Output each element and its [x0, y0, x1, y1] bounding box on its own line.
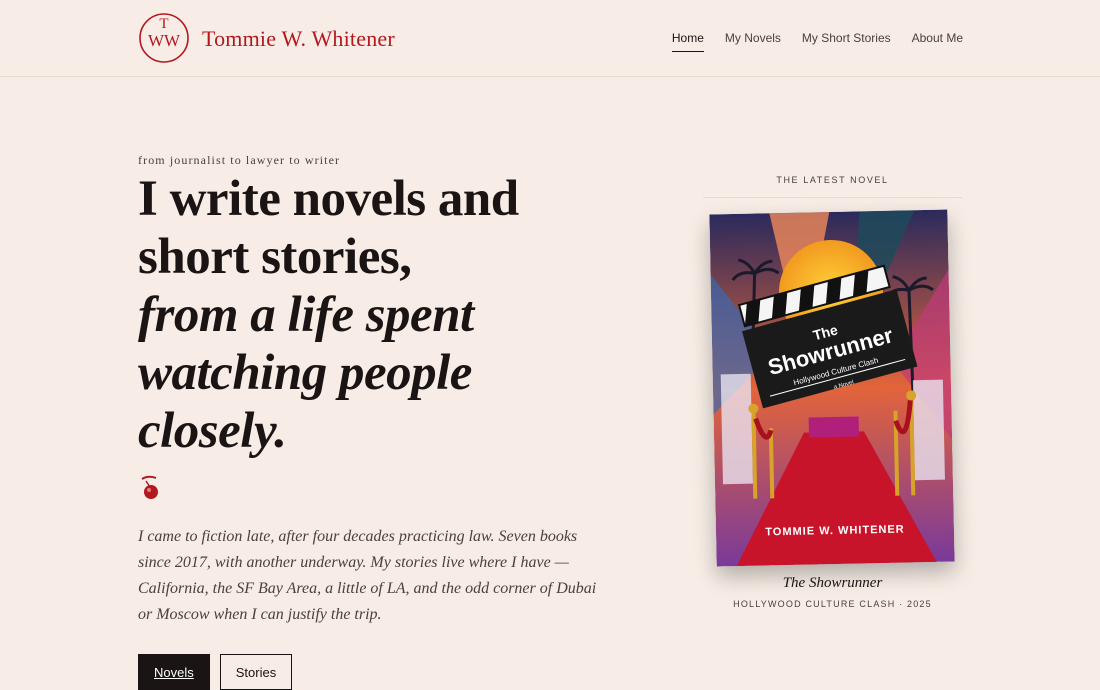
main-nav: Home My Novels My Short Stories About Me [671, 31, 963, 52]
nav-about-me[interactable]: About Me [912, 31, 963, 52]
headline-line-4: watching people [138, 345, 472, 401]
headline-line-5: closely. [138, 403, 287, 459]
hero-headline: I write novels and short stories, from a… [138, 170, 618, 460]
book-cover-image[interactable]: The Showrunner Hollywood Culture Clash a… [709, 209, 955, 567]
hero-intro: I came to fiction late, after four decad… [138, 528, 597, 623]
stories-button[interactable]: Stories [219, 654, 293, 690]
hero-eyebrow: from journalist to lawyer to writer [138, 153, 341, 167]
book-meta: HOLLYWOOD CULTURE CLASH · 2025 [733, 599, 932, 609]
headline-line-2: short stories, [138, 229, 412, 285]
headline-line-1: I write novels and [138, 171, 519, 227]
nav-my-short-stories[interactable]: My Short Stories [802, 31, 891, 52]
site-header: T WW Tommie W. Whitener Home My Novels M… [0, 0, 1100, 77]
latest-novel-label: THE LATEST NOVEL [703, 175, 962, 198]
novels-button[interactable]: Novels [138, 654, 210, 690]
hero-buttons: Novels Stories [138, 654, 293, 690]
cherry-ornament-icon [141, 475, 158, 499]
brand-name[interactable]: Tommie W. Whitener [202, 26, 395, 52]
nav-home[interactable]: Home [671, 31, 704, 52]
logo-letter-t: T [159, 16, 168, 32]
nav-my-novels[interactable]: My Novels [725, 31, 781, 52]
logo-letters-ww: WW [148, 31, 181, 50]
monogram-logo-icon[interactable]: T WW [137, 13, 193, 63]
book-title[interactable]: The Showrunner [703, 575, 962, 592]
headline-line-3: from a life spent [138, 287, 474, 343]
